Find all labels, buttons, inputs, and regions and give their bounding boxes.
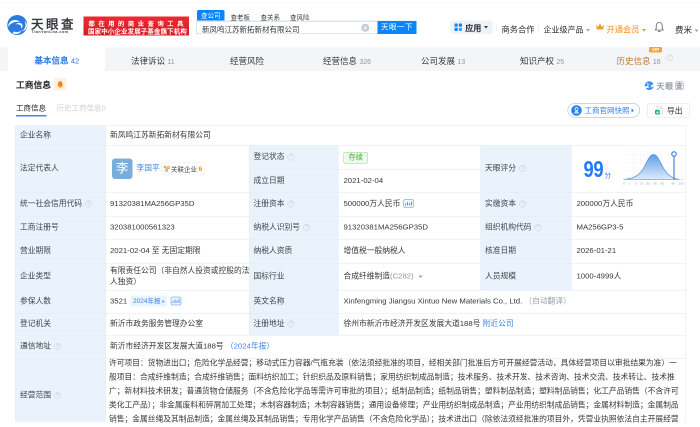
svg-text:95: 95 [661,182,665,186]
svg-text:50: 50 [647,182,651,186]
svg-text:0: 0 [623,182,625,186]
svg-text:85: 85 [654,182,658,186]
svg-text:99: 99 [672,182,676,186]
svg-text:15: 15 [640,182,644,186]
svg-text:100: 100 [679,182,684,186]
svg-text:5: 5 [635,182,637,186]
svg-text:1: 1 [629,182,631,186]
